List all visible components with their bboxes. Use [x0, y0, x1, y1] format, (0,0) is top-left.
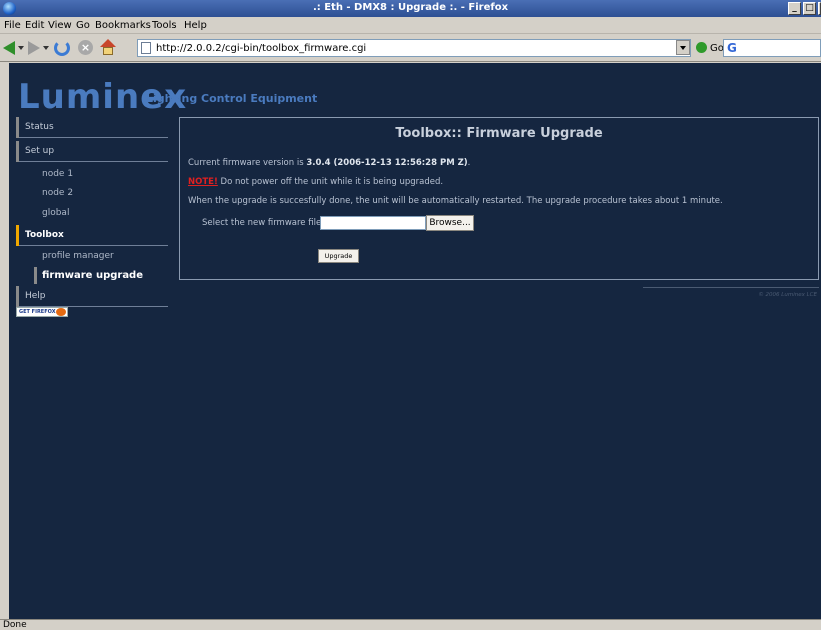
sidebar-item-label: firmware upgrade — [42, 270, 144, 281]
footer-divider — [643, 287, 819, 288]
sidebar-item-label: Set up — [25, 146, 55, 156]
note-label: NOTE! — [188, 177, 218, 187]
sidebar-item-label: node 1 — [42, 169, 74, 179]
forward-dropdown-icon[interactable] — [43, 46, 49, 50]
go-button[interactable]: Go — [696, 42, 724, 56]
sidebar-item-global[interactable]: global — [16, 204, 168, 224]
browse-button[interactable]: Browse... — [426, 215, 474, 231]
sidebar-item-label: global — [42, 208, 70, 218]
menu-go[interactable]: Go — [76, 20, 90, 31]
go-icon — [696, 42, 707, 53]
status-bar: Done — [0, 619, 821, 630]
menu-edit[interactable]: Edit — [25, 20, 44, 31]
copyright-text: © 2006 Luminex LCE — [758, 292, 817, 298]
sidebar-item-help[interactable]: Help — [16, 286, 168, 307]
sidebar-marker — [16, 286, 19, 307]
get-firefox-badge[interactable]: GET FIREFOX — [16, 307, 68, 317]
note-body: Do not power off the unit while it is be… — [217, 177, 444, 187]
upgrade-button[interactable]: Upgrade — [318, 249, 359, 263]
page-icon — [141, 42, 151, 54]
note-text: NOTE! Do not power off the unit while it… — [188, 177, 443, 187]
menu-bookmarks[interactable]: Bookmarks — [95, 20, 151, 31]
firmware-file-input[interactable] — [320, 216, 426, 230]
window-title-bar[interactable]: .: Eth - DMX8 : Upgrade :. - Firefox _ □ — [0, 0, 821, 17]
sidebar-item-toolbox[interactable]: Toolbox — [16, 225, 168, 246]
home-icon[interactable] — [100, 39, 116, 56]
sidebar-item-status[interactable]: Status — [16, 117, 168, 138]
sidebar-item-label: Status — [25, 122, 54, 132]
minimize-icon[interactable]: _ — [788, 2, 801, 15]
status-text: Done — [3, 620, 27, 630]
file-select-label: Select the new firmware file: — [202, 218, 325, 228]
sidebar-item-label: Help — [25, 291, 46, 301]
menu-file[interactable]: File — [4, 20, 21, 31]
window-title: .: Eth - DMX8 : Upgrade :. - Firefox — [312, 2, 509, 13]
google-icon: G — [727, 41, 737, 55]
navigation-toolbar: × http://2.0.0.2/cgi-bin/toolbox_firmwar… — [0, 34, 821, 62]
firefox-icon — [56, 308, 66, 316]
go-label: Go — [710, 43, 724, 54]
chevron-down-icon — [680, 46, 686, 50]
menu-bar: File Edit View Go Bookmarks Tools Help — [0, 17, 821, 34]
forward-icon[interactable] — [28, 41, 40, 55]
search-input[interactable]: G — [723, 39, 821, 57]
maximize-icon[interactable]: □ — [803, 2, 816, 15]
sidebar-item-label: profile manager — [42, 251, 114, 261]
sidebar-marker — [34, 267, 37, 284]
sidebar-item-label: node 2 — [42, 188, 74, 198]
menu-tools[interactable]: Tools — [152, 20, 177, 31]
page-title: Toolbox:: Firmware Upgrade — [395, 126, 603, 141]
logo-tagline: Lighting Control Equipment — [146, 92, 318, 105]
sidebar-marker — [16, 117, 19, 138]
sidebar-item-node-1[interactable]: node 1 — [16, 165, 168, 185]
current-version-text: Current firmware version is 3.0.4 (2006-… — [188, 158, 470, 168]
address-history-dropdown[interactable] — [676, 40, 690, 55]
sidebar-marker — [16, 225, 19, 246]
reload-icon[interactable] — [54, 40, 70, 56]
sidebar-item-setup[interactable]: Set up — [16, 141, 168, 162]
upgrade-info-text: When the upgrade is succesfully done, th… — [188, 196, 723, 206]
version-suffix: . — [467, 158, 471, 168]
address-bar[interactable]: http://2.0.0.2/cgi-bin/toolbox_firmware.… — [137, 39, 691, 57]
firmware-panel: Toolbox:: Firmware Upgrade Current firmw… — [179, 117, 819, 280]
version-prefix: Current firmware version is — [188, 158, 307, 168]
back-icon[interactable] — [3, 41, 15, 55]
stop-icon[interactable]: × — [78, 40, 93, 55]
sidebar-item-node-2[interactable]: node 2 — [16, 184, 168, 204]
sidebar-item-firmware-upgrade[interactable]: firmware upgrade — [16, 266, 168, 286]
get-firefox-label: GET FIREFOX — [19, 309, 56, 315]
page-content: Luminex Lighting Control Equipment Statu… — [9, 63, 821, 619]
version-value: 3.0.4 (2006-12-13 12:56:28 PM Z) — [306, 158, 468, 168]
menu-help[interactable]: Help — [184, 20, 207, 31]
address-url[interactable]: http://2.0.0.2/cgi-bin/toolbox_firmware.… — [156, 43, 366, 54]
sidebar-item-label: Toolbox — [25, 230, 64, 240]
back-dropdown-icon[interactable] — [18, 46, 24, 50]
sidebar-item-profile-manager[interactable]: profile manager — [16, 247, 168, 267]
sidebar-marker — [16, 141, 19, 162]
menu-view[interactable]: View — [48, 20, 72, 31]
